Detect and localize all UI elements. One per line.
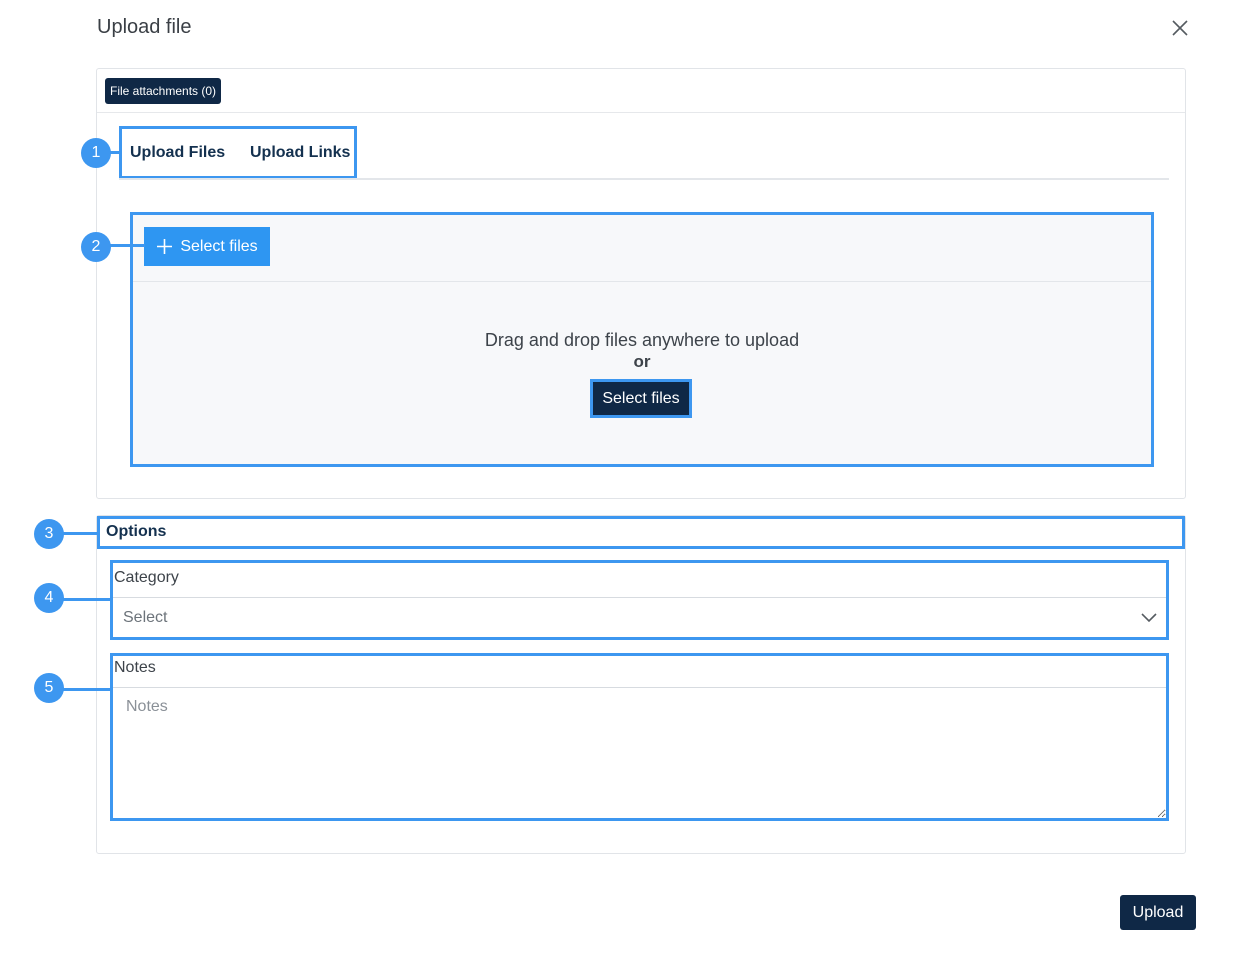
options-header bbox=[97, 516, 1185, 549]
drag-drop-text: Drag and drop files anywhere to upload bbox=[484, 330, 800, 350]
tab-upload-files[interactable]: Upload Files bbox=[130, 144, 225, 162]
select-files-label: Select files bbox=[180, 237, 258, 255]
category-value: Select bbox=[123, 609, 168, 626]
callout-1: 1 bbox=[81, 138, 111, 168]
category-select[interactable] bbox=[113, 597, 1166, 637]
or-text: or bbox=[633, 352, 651, 371]
chevron-down-icon[interactable] bbox=[1140, 608, 1158, 626]
modal-title: Upload file bbox=[97, 16, 192, 38]
callout-5: 5 bbox=[34, 673, 64, 703]
close-icon[interactable] bbox=[1168, 16, 1192, 40]
callout-3: 3 bbox=[34, 519, 64, 549]
callout-2: 2 bbox=[81, 232, 111, 262]
callout-4: 4 bbox=[34, 583, 64, 613]
notes-label: Notes bbox=[114, 659, 156, 676]
notes-textarea[interactable] bbox=[113, 687, 1166, 818]
callout-connector-2 bbox=[110, 244, 145, 247]
callout-connector-3 bbox=[62, 532, 98, 535]
plus-icon bbox=[157, 239, 173, 254]
select-files-center-button[interactable]: Select files bbox=[590, 379, 692, 418]
callout-connector-4 bbox=[62, 598, 111, 601]
tab-upload-links[interactable]: Upload Links bbox=[250, 144, 350, 162]
file-attachments-badge[interactable]: File attachments (0) bbox=[105, 78, 222, 104]
callout-connector-1 bbox=[110, 151, 122, 154]
options-title: Options bbox=[106, 523, 167, 540]
select-files-button[interactable]: Select files bbox=[144, 227, 270, 266]
category-label: Category bbox=[114, 569, 179, 586]
card-header-divider bbox=[97, 112, 1185, 113]
upload-button[interactable]: Upload bbox=[1120, 895, 1196, 930]
dropzone-divider bbox=[133, 281, 1151, 282]
tabs-underline bbox=[119, 178, 1169, 180]
callout-connector-5 bbox=[62, 688, 111, 691]
